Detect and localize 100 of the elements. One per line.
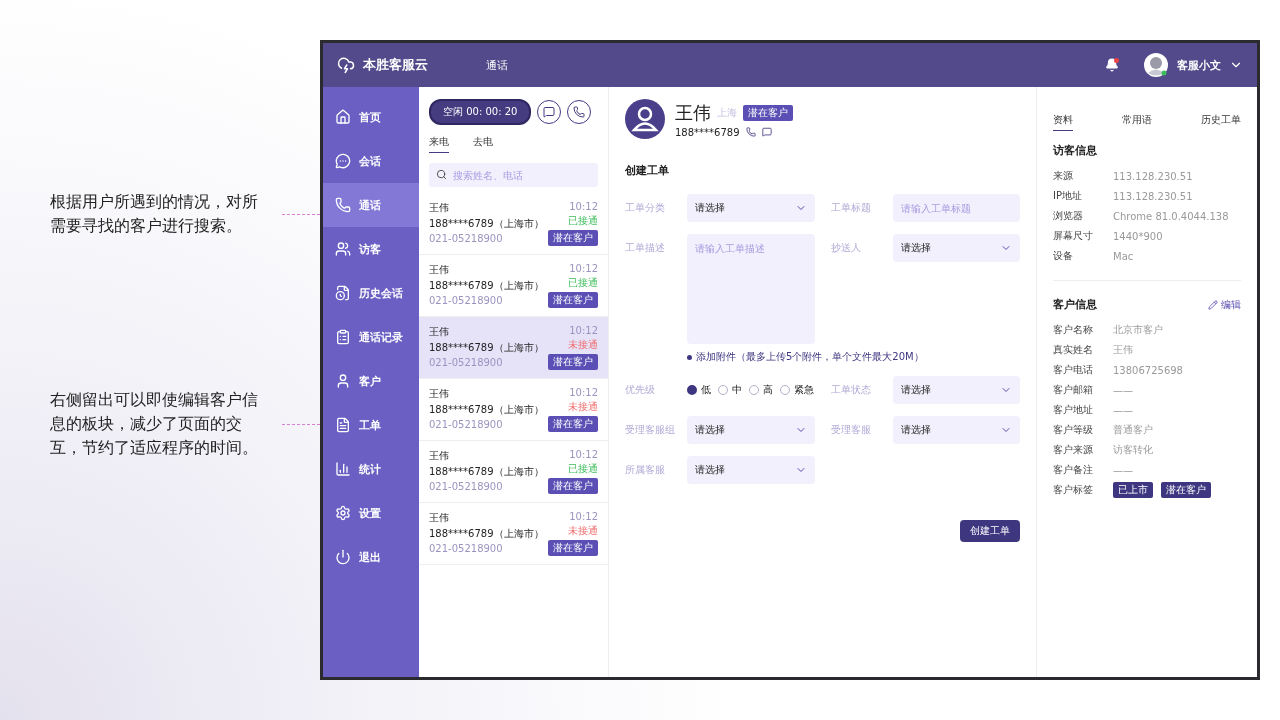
sidebar-item[interactable]: 设置: [323, 491, 419, 535]
sidebar-item[interactable]: 首页: [323, 95, 419, 139]
radio-option[interactable]: 低: [687, 383, 711, 397]
sidebar-item[interactable]: 工单: [323, 403, 419, 447]
call-status: 未接通: [568, 338, 598, 352]
sidebar-item[interactable]: 客户: [323, 359, 419, 403]
sidebar-item[interactable]: 会话: [323, 139, 419, 183]
customer-tag: 潜在客户: [548, 230, 598, 246]
info-label: 客户名称: [1053, 323, 1094, 337]
info-value: Chrome 81.0.4044.138: [1113, 210, 1229, 222]
radio-option[interactable]: 中: [718, 383, 743, 397]
chat-button[interactable]: [537, 100, 562, 124]
sidebar-item[interactable]: 统计: [323, 447, 419, 491]
caller-phone: 188****6789（上海市）: [429, 217, 544, 231]
attachment-link[interactable]: 添加附件（最多上传5个附件，单个文件最大20M）: [696, 350, 924, 364]
menu-icon: [335, 505, 351, 521]
sidebar-item[interactable]: 通话: [323, 183, 419, 227]
info-value: 113.128.230.51: [1113, 170, 1193, 182]
menu-icon: [335, 373, 351, 389]
caller-phone: 188****6789（上海市）: [429, 403, 544, 417]
select-field[interactable]: 请选择: [892, 234, 1020, 262]
caller-name: 王伟: [429, 449, 449, 463]
radio-option[interactable]: 紧急: [780, 383, 815, 397]
bullet-icon: [687, 354, 692, 360]
info-tab[interactable]: 常用语: [1122, 113, 1152, 131]
customer-tag: 潜在客户: [548, 540, 598, 556]
call-item[interactable]: 王伟 188****6789（上海市） 021-05218900 10:12 未接通 潜在客户: [419, 317, 608, 379]
search-icon: [436, 169, 447, 180]
info-value: ——: [1113, 384, 1133, 396]
info-label: 客户来源: [1053, 443, 1094, 457]
call-status: 已接通: [568, 276, 598, 290]
select-field[interactable]: 请选择: [687, 194, 815, 222]
brand-name: 本胜客服云: [363, 56, 428, 74]
field-label: 受理客服组: [625, 423, 676, 437]
info-value: 1440*900: [1113, 230, 1163, 242]
info-label: 浏览器: [1053, 209, 1084, 223]
bell-icon[interactable]: [1105, 58, 1119, 72]
info-value: 王伟: [1113, 343, 1133, 357]
section-title: 访客信息: [1053, 143, 1098, 158]
info-label: IP地址: [1053, 189, 1083, 203]
call-status: 未接通: [568, 524, 598, 538]
info-value: 13806725698: [1113, 364, 1183, 376]
info-label: 客户备注: [1053, 463, 1094, 477]
sidebar-item[interactable]: 退出: [323, 535, 419, 579]
menu-icon: [335, 197, 351, 213]
info-value: ——: [1113, 464, 1133, 476]
info-tab[interactable]: 历史工单: [1201, 113, 1241, 131]
sidebar-item[interactable]: 通话记录: [323, 315, 419, 359]
nav-link[interactable]: 通话: [486, 57, 508, 73]
info-value: 113.128.230.51: [1113, 190, 1193, 202]
caller-number: 021-05218900: [429, 295, 503, 306]
info-value: Mac: [1113, 250, 1134, 262]
field-label: 所属客服: [625, 463, 666, 477]
caller-number: 021-05218900: [429, 233, 503, 244]
radio-option[interactable]: 高: [749, 383, 774, 397]
info-tab[interactable]: 资料: [1053, 113, 1073, 131]
create-ticket-button[interactable]: 创建工单: [960, 520, 1020, 542]
field-label: 工单标题: [830, 201, 872, 215]
call-time: 10:12: [569, 387, 598, 398]
select-field[interactable]: 请选择: [892, 376, 1020, 404]
user-avatar[interactable]: [1143, 52, 1169, 78]
caller-name: 王伟: [429, 263, 449, 277]
customer-tag: 潜在客户: [548, 478, 598, 494]
select-field[interactable]: 请选择: [687, 416, 815, 444]
customer-name: 王伟: [675, 100, 711, 125]
caller-phone: 188****6789（上海市）: [429, 341, 544, 355]
call-time: 10:12: [569, 325, 598, 336]
customer-avatar: [625, 99, 665, 139]
annotation-text: 右侧留出可以即使编辑客户信息的板块，减少了页面的交互，节约了适应程序的时间。: [50, 389, 259, 459]
search-field[interactable]: 搜索姓名、电话: [429, 163, 598, 187]
edit-link[interactable]: 编辑: [1208, 297, 1241, 312]
section-title: 客户信息: [1053, 297, 1097, 312]
call-tab[interactable]: 去电: [473, 135, 493, 153]
caller-phone: 188****6789（上海市）: [429, 465, 544, 479]
phone-icon[interactable]: [745, 127, 756, 137]
menu-icon: [335, 549, 351, 565]
info-label: 真实姓名: [1053, 343, 1094, 357]
info-value: 北京市客户: [1113, 323, 1163, 337]
annotation-text: 根据用户所遇到的情况，对所需要寻找的客户进行搜索。: [50, 191, 259, 237]
menu-icon: [335, 285, 351, 301]
caller-number: 021-05218900: [429, 357, 503, 368]
info-value: 访客转化: [1113, 443, 1153, 457]
field-label: 优先级: [625, 383, 656, 397]
call-tab[interactable]: 来电: [429, 135, 449, 153]
sidebar-item[interactable]: 访客: [323, 227, 419, 271]
input-field[interactable]: 请输入工单标题: [892, 194, 1020, 222]
call-time: 10:12: [569, 511, 598, 522]
status-pill[interactable]: 空闲 00: 00: 20: [429, 99, 532, 125]
customer-tag: 潜在客户: [548, 416, 598, 432]
caller-number: 021-05218900: [429, 419, 503, 430]
menu-icon: [335, 241, 351, 257]
textarea-field[interactable]: 请输入工单描述: [687, 234, 815, 344]
sidebar-item[interactable]: 历史会话: [323, 271, 419, 315]
select-field[interactable]: 请选择: [687, 456, 815, 484]
user-name[interactable]: 客服小文: [1177, 57, 1221, 73]
menu-icon: [335, 461, 351, 477]
select-field[interactable]: 请选择: [892, 416, 1020, 444]
call-button[interactable]: [567, 100, 592, 124]
caller-name: 王伟: [429, 387, 449, 401]
chat-icon[interactable]: [761, 127, 772, 137]
